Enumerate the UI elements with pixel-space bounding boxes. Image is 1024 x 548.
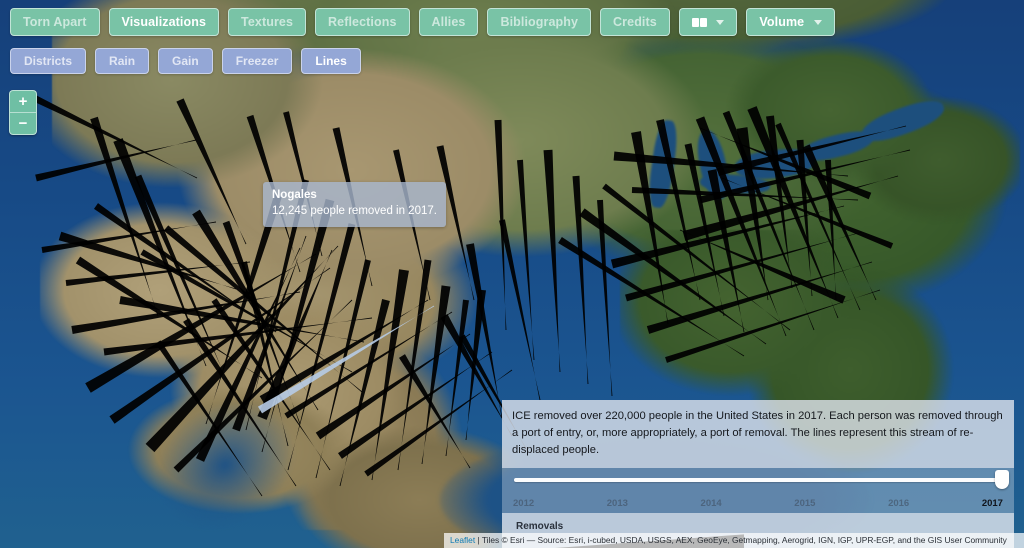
year-tick-2013[interactable]: 2013 — [607, 498, 628, 509]
year-tick-2012[interactable]: 2012 — [513, 498, 534, 509]
nav-item-bibliography[interactable]: Bibliography — [487, 8, 592, 36]
segmented-toggle-dropdown[interactable] — [678, 8, 738, 36]
app-root: + − Torn Apart Visualizations Textures R… — [0, 0, 1024, 548]
subnav-item-gain[interactable]: Gain — [158, 48, 213, 74]
zoom-out-button[interactable]: − — [10, 113, 36, 134]
nav-item-textures[interactable]: Textures — [228, 8, 307, 36]
map-attribution: Leaflet | Tiles © Esri — Source: Esri, i… — [444, 533, 1024, 548]
nav-item-allies[interactable]: Allies — [418, 8, 479, 36]
volume-dropdown[interactable]: Volume — [746, 8, 835, 36]
volume-label: Volume — [759, 15, 805, 29]
removal-line[interactable] — [543, 149, 561, 373]
chevron-down-icon — [813, 20, 822, 26]
year-tick-labels: 2012 2013 2014 2015 2016 2017 — [512, 498, 1004, 509]
map-zoom-controls[interactable]: + − — [9, 90, 37, 135]
legend-title: Removals — [516, 521, 564, 532]
year-slider-container[interactable]: 2012 2013 2014 2015 2016 2017 — [502, 468, 1014, 513]
nav-item-torn-apart[interactable]: Torn Apart — [10, 8, 100, 36]
attribution-text: | Tiles © Esri — Source: Esri, i-cubed, … — [477, 535, 1007, 545]
year-tick-2015[interactable]: 2015 — [794, 498, 815, 509]
zoom-in-button[interactable]: + — [10, 91, 36, 113]
segmented-toggle-icon — [691, 18, 707, 28]
subnav-item-rain[interactable]: Rain — [95, 48, 150, 74]
removal-line[interactable] — [134, 174, 233, 393]
year-tick-2017[interactable]: 2017 — [982, 498, 1003, 509]
year-slider-handle[interactable] — [995, 470, 1009, 489]
chevron-down-icon — [716, 20, 725, 26]
removal-line[interactable] — [679, 229, 846, 304]
year-tick-2014[interactable]: 2014 — [701, 498, 722, 509]
removal-line[interactable] — [176, 98, 247, 245]
year-slider-track[interactable] — [514, 470, 1009, 489]
subnav-item-lines[interactable]: Lines — [301, 48, 361, 74]
removal-line[interactable] — [572, 175, 589, 385]
year-tick-2016[interactable]: 2016 — [888, 498, 909, 509]
subnav-item-freezer[interactable]: Freezer — [221, 48, 293, 74]
nav-item-reflections[interactable]: Reflections — [315, 8, 410, 36]
subnav-item-districts[interactable]: Districts — [10, 48, 87, 74]
tooltip-detail: 12,245 people removed in 2017. — [272, 205, 437, 217]
description-box: ICE removed over 220,000 people in the U… — [502, 400, 1014, 468]
removal-line[interactable] — [656, 119, 701, 301]
removal-line[interactable] — [421, 285, 451, 465]
map-tooltip: Nogales 12,245 people removed in 2017. — [263, 182, 446, 227]
tooltip-title: Nogales — [272, 189, 317, 201]
main-navigation: Torn Apart Visualizations Textures Refle… — [0, 8, 1024, 36]
leaflet-link[interactable]: Leaflet — [450, 535, 475, 545]
visualization-subnav: Districts Rain Gain Freezer Lines — [0, 48, 361, 74]
removal-line[interactable] — [802, 144, 877, 301]
removal-line[interactable] — [259, 299, 429, 404]
nav-item-visualizations[interactable]: Visualizations — [108, 8, 220, 36]
description-text: ICE removed over 220,000 people in the U… — [512, 410, 1003, 456]
removal-line[interactable] — [28, 92, 198, 179]
nav-item-credits[interactable]: Credits — [600, 8, 670, 36]
bottom-panel: ICE removed over 220,000 people in the U… — [502, 400, 1014, 548]
